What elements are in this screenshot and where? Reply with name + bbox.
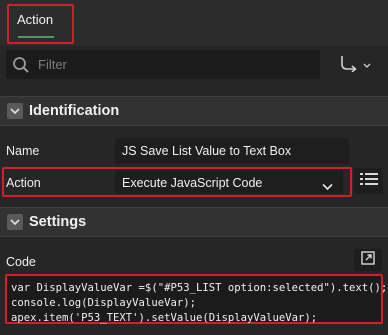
expand-icon: [361, 250, 375, 270]
code-line: apex.item('P53_TEXT').setValue(DisplayVa…: [11, 312, 318, 324]
tab-active-indicator: [18, 36, 54, 38]
collapse-toggle[interactable]: [7, 103, 23, 119]
code-label: Code: [6, 255, 36, 269]
tab-action[interactable]: Action: [17, 12, 53, 27]
go-to-group-button[interactable]: [339, 54, 371, 77]
code-line: console.log(DisplayValueVar);: [11, 297, 196, 309]
chevron-down-icon: [322, 178, 333, 196]
collapse-toggle[interactable]: [7, 214, 23, 230]
chevron-down-icon: [10, 102, 20, 120]
name-label: Name: [6, 144, 40, 158]
name-field-value: JS Save List Value to Text Box: [122, 144, 292, 158]
search-icon: [12, 56, 30, 79]
action-select-value: Execute JavaScript Code: [122, 176, 263, 190]
chevron-down-icon: [363, 56, 371, 74]
expand-code-editor-button[interactable]: [354, 249, 382, 271]
filter-placeholder: Filter: [38, 57, 67, 72]
chevron-down-icon: [10, 213, 20, 231]
list-icon: [359, 172, 378, 191]
code-line: var DisplayValueVar =$("#P53_LIST option…: [11, 282, 388, 294]
code-editor[interactable]: var DisplayValueVar =$("#P53_LIST option…: [5, 274, 388, 324]
route-arrow-icon: [339, 54, 361, 77]
list-view-button[interactable]: [354, 168, 383, 194]
settings-title: Settings: [29, 214, 87, 230]
identification-title: Identification: [29, 103, 120, 119]
